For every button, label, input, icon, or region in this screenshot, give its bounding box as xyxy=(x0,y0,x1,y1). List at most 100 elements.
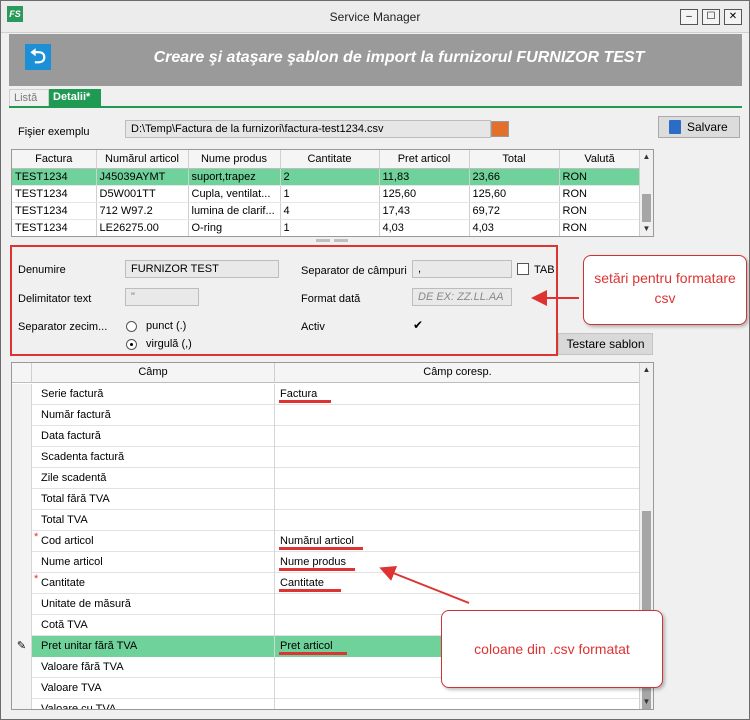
mapping-row[interactable]: Total fără TVA xyxy=(12,489,640,510)
table-cell: 4,03 xyxy=(469,219,560,236)
table-cell: LE26275.00 xyxy=(96,219,189,236)
mapping-field-name: Valoare fără TVA xyxy=(32,657,275,678)
column-header[interactable]: Total xyxy=(469,150,560,169)
scroll-up-icon[interactable]: ▲ xyxy=(640,363,653,377)
scroll-down-icon[interactable]: ▼ xyxy=(640,695,653,709)
scroll-thumb[interactable] xyxy=(642,194,651,222)
row-indicator[interactable] xyxy=(12,489,32,510)
table-cell: 2 xyxy=(280,168,380,186)
table-cell: 1 xyxy=(280,219,380,236)
table-cell: 4 xyxy=(280,202,380,220)
column-header[interactable]: Pret articol xyxy=(379,150,470,169)
row-indicator[interactable] xyxy=(12,699,32,709)
edit-pencil-icon[interactable]: ✎ xyxy=(12,636,32,657)
tab-detalii[interactable]: Detalii* xyxy=(49,89,101,107)
test-template-button[interactable]: Testare sablon xyxy=(558,333,653,355)
mapping-grid-header: Câmp Câmp coresp. xyxy=(12,363,640,383)
annotation-underline xyxy=(279,547,363,550)
table-cell: 125,60 xyxy=(469,185,560,203)
back-arrow-icon[interactable]: ⮌ xyxy=(25,44,51,70)
tab-lista[interactable]: Listă xyxy=(9,89,49,107)
table-cell: 712 W97.2 xyxy=(96,202,189,220)
row-indicator[interactable] xyxy=(12,657,32,678)
column-header[interactable]: Numărul articol xyxy=(96,150,189,169)
row-indicator[interactable] xyxy=(12,384,32,405)
table-row[interactable]: TEST1234 LE26275.00 O-ring 1 4,03 4,03 R… xyxy=(12,219,641,236)
table-cell: TEST1234 xyxy=(12,185,97,203)
mapping-matched-column[interactable] xyxy=(275,447,640,468)
table-cell: O-ring xyxy=(188,219,281,236)
splitter-handle[interactable] xyxy=(316,239,348,243)
table-cell: TEST1234 xyxy=(12,219,97,236)
table-row[interactable]: TEST1234 J45039AYMT suport,trapez 2 11,8… xyxy=(12,168,641,186)
row-indicator[interactable] xyxy=(12,531,32,552)
mapping-matched-column[interactable] xyxy=(275,489,640,510)
page-title: Creare şi ataşare şablon de import la fu… xyxy=(153,49,645,66)
annotation-underline xyxy=(279,652,347,655)
table-cell: TEST1234 xyxy=(12,202,97,220)
tab-underline xyxy=(9,106,742,108)
mapping-row[interactable]: Scadenta factură xyxy=(12,447,640,468)
mapping-field-name: Total TVA xyxy=(32,510,275,531)
preview-scrollbar[interactable]: ▲ ▼ xyxy=(639,150,653,236)
scroll-down-icon[interactable]: ▼ xyxy=(640,222,653,236)
mapping-row[interactable]: Număr factură xyxy=(12,405,640,426)
column-header[interactable]: Valută xyxy=(559,150,641,169)
window-title: Service Manager xyxy=(329,10,421,24)
header-banner: ⮌ Creare şi ataşare şablon de import la … xyxy=(9,34,742,86)
column-header[interactable]: Câmp xyxy=(32,363,275,383)
table-cell: RON xyxy=(559,202,641,220)
mapping-matched-column[interactable] xyxy=(275,426,640,447)
row-indicator[interactable] xyxy=(12,468,32,489)
file-path-field[interactable]: D:\Temp\Factura de la furnizori\factura-… xyxy=(125,120,491,138)
table-cell: J45039AYMT xyxy=(96,168,189,186)
maximize-button[interactable]: ☐ xyxy=(702,9,720,25)
column-header[interactable]: Nume produs xyxy=(188,150,281,169)
mapping-matched-column[interactable] xyxy=(275,468,640,489)
file-label: Fişier exemplu xyxy=(18,126,90,138)
save-icon xyxy=(669,120,681,134)
table-cell: 17,43 xyxy=(379,202,470,220)
close-button[interactable]: ✕ xyxy=(724,9,742,25)
mapping-row[interactable]: Valoare cu TVA xyxy=(12,699,640,709)
mapping-field-name: Număr factură xyxy=(32,405,275,426)
mapping-field-name: Cod articol xyxy=(32,531,275,552)
mapping-row[interactable]: Zile scadentă xyxy=(12,468,640,489)
browse-file-icon[interactable] xyxy=(491,121,509,137)
row-indicator[interactable] xyxy=(12,594,32,615)
row-indicator[interactable] xyxy=(12,678,32,699)
annotation-underline xyxy=(279,400,331,403)
table-cell: D5W001TT xyxy=(96,185,189,203)
table-cell: lumina de clarif... xyxy=(188,202,281,220)
table-cell: 1 xyxy=(280,185,380,203)
minimize-button[interactable]: – xyxy=(680,9,698,25)
mapping-field-name: Valoare cu TVA xyxy=(32,699,275,709)
table-row[interactable]: TEST1234 D5W001TT Cupla, ventilat... 1 1… xyxy=(12,185,641,203)
row-indicator[interactable] xyxy=(12,426,32,447)
table-cell: suport,trapez xyxy=(188,168,281,186)
csv-preview-grid[interactable]: Factura Numărul articol Nume produs Cant… xyxy=(11,149,654,237)
table-row[interactable]: TEST1234 712 W97.2 lumina de clarif... 4… xyxy=(12,202,641,220)
column-header[interactable]: Cantitate xyxy=(280,150,380,169)
table-cell: RON xyxy=(559,168,641,186)
mapping-field-name: Data factură xyxy=(32,426,275,447)
column-header[interactable]: Câmp coresp. xyxy=(275,363,640,383)
row-indicator[interactable] xyxy=(12,552,32,573)
mapping-matched-column[interactable] xyxy=(275,510,640,531)
column-header[interactable]: Factura xyxy=(12,150,97,169)
row-indicator[interactable] xyxy=(12,573,32,594)
mapping-row[interactable]: Data factură xyxy=(12,426,640,447)
table-cell: 125,60 xyxy=(379,185,470,203)
mapping-matched-column[interactable] xyxy=(275,405,640,426)
row-indicator[interactable] xyxy=(12,510,32,531)
row-indicator[interactable] xyxy=(12,405,32,426)
save-button[interactable]: Salvare xyxy=(658,116,740,138)
row-indicator[interactable] xyxy=(12,615,32,636)
required-marker: * xyxy=(34,531,39,543)
scroll-up-icon[interactable]: ▲ xyxy=(640,150,653,164)
mapping-row[interactable]: Total TVA xyxy=(12,510,640,531)
row-indicator[interactable] xyxy=(12,447,32,468)
mapping-matched-column[interactable] xyxy=(275,699,640,709)
mapping-field-name: Cotă TVA xyxy=(32,615,275,636)
mapping-field-name: Cantitate xyxy=(32,573,275,594)
